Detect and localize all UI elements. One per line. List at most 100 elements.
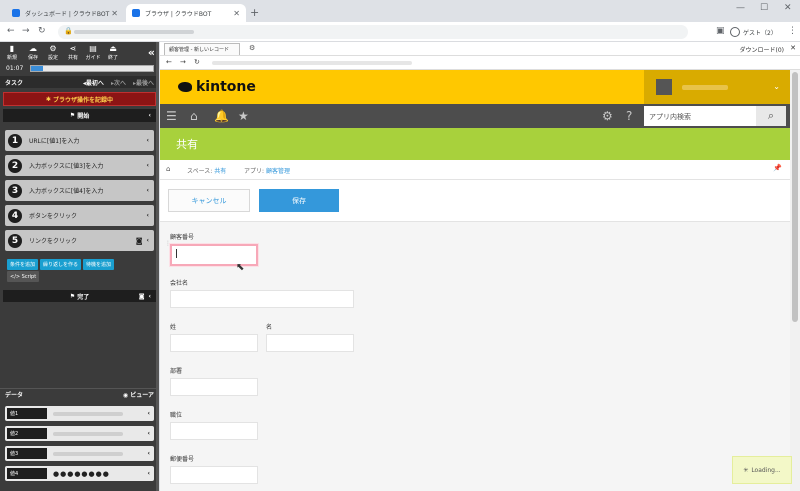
favicon-icon bbox=[132, 9, 140, 17]
reload-icon[interactable]: ↻ bbox=[194, 58, 200, 66]
guest-profile[interactable]: ゲスト（2） bbox=[730, 25, 777, 39]
chevron-left-icon[interactable]: ‹ bbox=[148, 470, 150, 477]
postal-code-field[interactable] bbox=[170, 466, 258, 484]
save-button[interactable]: 保存 bbox=[259, 189, 339, 212]
collapse-panel-icon[interactable]: « bbox=[148, 46, 155, 59]
menu-icon[interactable]: ☰ bbox=[166, 109, 177, 123]
variable-row[interactable]: 値4 ●●●●●●●● ‹ bbox=[5, 466, 154, 481]
viewer-url-redacted[interactable] bbox=[212, 61, 412, 65]
exit-button[interactable]: ⏏ 終了 bbox=[104, 44, 122, 61]
bell-icon[interactable]: 🔔 bbox=[214, 109, 229, 123]
page-scrollbar[interactable] bbox=[790, 70, 800, 491]
last-name-field[interactable] bbox=[170, 334, 258, 352]
customer-no-field[interactable] bbox=[170, 244, 258, 266]
close-window-icon[interactable]: ✕ bbox=[784, 3, 792, 13]
star-icon[interactable]: ★ bbox=[238, 109, 249, 123]
save-bot-button[interactable]: ☁ 保存 bbox=[24, 44, 42, 61]
scroll-thumb[interactable] bbox=[792, 72, 798, 322]
position-field[interactable] bbox=[170, 422, 258, 440]
cancel-button[interactable]: キャンセル bbox=[168, 189, 250, 212]
user-menu[interactable]: ⌄ bbox=[644, 70, 790, 104]
chevron-left-icon[interactable]: ‹ bbox=[148, 430, 150, 437]
start-block[interactable]: ⚑ 開始 ‹ bbox=[3, 109, 156, 122]
minimize-icon[interactable]: — bbox=[736, 3, 745, 13]
camera-icon[interactable]: ◙ bbox=[139, 293, 145, 300]
kintone-logo[interactable]: kintone bbox=[178, 79, 256, 95]
side-panel-icon[interactable]: ▣ bbox=[716, 26, 725, 36]
progress-fill bbox=[31, 66, 44, 71]
first-button[interactable]: ◂最初へ bbox=[83, 78, 104, 87]
chevron-left-icon[interactable]: ‹ bbox=[147, 137, 149, 144]
variable-row[interactable]: 値3 ‹ bbox=[5, 446, 154, 461]
first-name-label: 名 bbox=[266, 324, 273, 331]
chevron-left-icon[interactable]: ‹ bbox=[147, 162, 149, 169]
share-button[interactable]: ⋖ 共有 bbox=[64, 44, 82, 61]
pin-icon[interactable]: 📌 bbox=[773, 164, 782, 172]
back-icon[interactable]: ← bbox=[7, 26, 15, 36]
menu-icon[interactable]: ⋮ bbox=[788, 26, 797, 36]
breadcrumb-space-link[interactable]: 共有 bbox=[214, 168, 226, 175]
step-2[interactable]: 2 入力ボックスに[値3]を入力 ‹ bbox=[5, 155, 154, 176]
back-icon[interactable]: ← bbox=[166, 58, 172, 66]
last-button[interactable]: ▸最後へ bbox=[133, 78, 154, 87]
maximize-icon[interactable]: ☐ bbox=[760, 3, 768, 13]
viewer-button[interactable]: ◉ ビューア bbox=[123, 390, 154, 399]
gear-icon[interactable]: ⚙ bbox=[602, 109, 613, 123]
add-wait-button[interactable]: 待機を追加 bbox=[83, 259, 115, 270]
forward-icon[interactable]: → bbox=[180, 58, 186, 66]
department-field[interactable] bbox=[170, 378, 258, 396]
kintone-nav: ☰ ⌂ 🔔 ★ ⚙ ? アプリ内検索 ⌕ bbox=[160, 104, 790, 128]
search-icon[interactable]: ⌕ bbox=[756, 106, 786, 126]
tab-dashboard[interactable]: ダッシュボード | クラウドBOT ✕ bbox=[6, 4, 124, 22]
chevron-left-icon[interactable]: ‹ bbox=[147, 187, 149, 194]
gear-icon: ✱ bbox=[45, 95, 54, 103]
chevron-left-icon[interactable]: ‹ bbox=[149, 293, 151, 300]
recording-banner[interactable]: ✱ ブラウザ操作を記録中 bbox=[3, 92, 156, 106]
address-bar[interactable]: 🔒 bbox=[58, 25, 688, 39]
home-icon[interactable]: ⌂ bbox=[166, 165, 170, 173]
step-5[interactable]: 5 リンクをクリック ◙ ‹ bbox=[5, 230, 154, 251]
add-loop-button[interactable]: 繰り返しを作る bbox=[40, 259, 82, 270]
drag-handle-icon[interactable]: ⋮ bbox=[165, 240, 171, 247]
gear-icon[interactable]: ⚙ bbox=[249, 44, 255, 52]
kintone-bird-icon bbox=[178, 82, 192, 92]
add-condition-button[interactable]: 条件を追加 bbox=[7, 259, 39, 270]
step-4[interactable]: 4 ボタンをクリック ‹ bbox=[5, 205, 154, 226]
close-tab-icon[interactable]: ✕ bbox=[111, 9, 118, 18]
step-3[interactable]: 3 入力ボックスに[値4]を入力 ‹ bbox=[5, 180, 154, 201]
variable-row[interactable]: 値2 ‹ bbox=[5, 426, 154, 441]
chevron-left-icon[interactable]: ‹ bbox=[147, 237, 149, 244]
app-search-input[interactable]: アプリ内検索 bbox=[644, 106, 756, 126]
flag-icon: ⚑ bbox=[69, 112, 78, 119]
close-tab-icon[interactable]: ✕ bbox=[233, 9, 240, 18]
forward-icon[interactable]: → bbox=[22, 26, 30, 36]
chevron-left-icon[interactable]: ‹ bbox=[148, 410, 150, 417]
viewer-tab[interactable]: 顧客管理 - 新しいレコード bbox=[164, 43, 240, 55]
help-icon[interactable]: ? bbox=[626, 109, 632, 123]
panel-scrollbar[interactable] bbox=[156, 42, 159, 491]
next-button[interactable]: ▸次へ bbox=[111, 78, 126, 87]
company-field[interactable] bbox=[170, 290, 354, 308]
new-button[interactable]: ▮ 新規 bbox=[3, 44, 21, 61]
reload-icon[interactable]: ↻ bbox=[38, 26, 46, 36]
settings-button[interactable]: ⚙ 設定 bbox=[44, 44, 62, 61]
breadcrumb-app-link[interactable]: 顧客管理 bbox=[266, 168, 290, 175]
step-1[interactable]: 1 URLに[値1]を入力 ‹ bbox=[5, 130, 154, 151]
home-icon[interactable]: ⌂ bbox=[190, 109, 198, 123]
new-tab-icon[interactable]: + bbox=[250, 6, 259, 19]
space-name: 共有 bbox=[176, 138, 198, 151]
download-button[interactable]: ダウンロード(0) bbox=[740, 45, 785, 54]
script-button[interactable]: </> Script bbox=[7, 271, 40, 282]
first-name-field[interactable] bbox=[266, 334, 354, 352]
tab-browser[interactable]: ブラウザ | クラウドBOT ✕ bbox=[126, 4, 246, 22]
guide-button[interactable]: ▤ ガイド bbox=[84, 44, 102, 61]
chevron-left-icon[interactable]: ‹ bbox=[148, 450, 150, 457]
timer: 01:07 bbox=[6, 65, 24, 72]
camera-icon[interactable]: ◙ bbox=[136, 237, 143, 245]
add-actions: 条件を追加 繰り返しを作る 待機を追加 bbox=[7, 259, 115, 270]
space-banner: 共有 bbox=[160, 128, 790, 160]
end-block[interactable]: ⚑ 完了 ◙ ‹ bbox=[3, 290, 156, 302]
chevron-left-icon[interactable]: ‹ bbox=[147, 212, 149, 219]
variable-row[interactable]: 値1 ‹ bbox=[5, 406, 154, 421]
close-icon[interactable]: ✕ bbox=[790, 44, 796, 52]
